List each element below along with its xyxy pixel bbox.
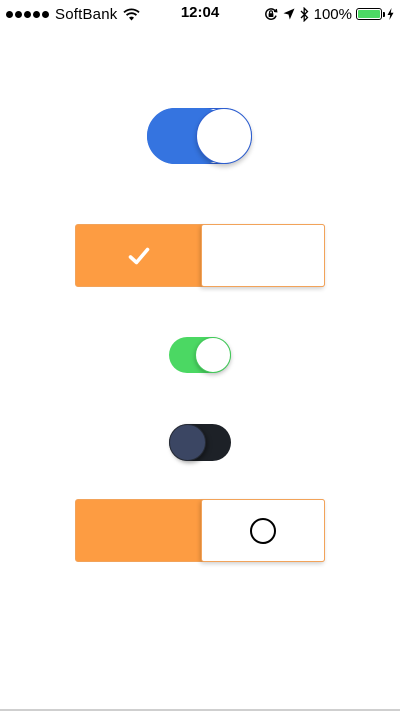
checkmark-icon (128, 247, 149, 264)
location-arrow-icon (283, 8, 295, 20)
orange-check-toggle[interactable] (75, 224, 325, 287)
dark-toggle-knob[interactable] (169, 424, 206, 461)
orange-toggle-slider[interactable] (201, 224, 325, 287)
status-right: 100% (264, 5, 394, 23)
orange-toggle-fill-side (76, 500, 201, 561)
orange-toggle-on-side (76, 225, 201, 286)
green-toggle-knob[interactable] (195, 337, 231, 373)
charging-bolt-icon (387, 8, 394, 20)
circle-icon (250, 517, 276, 544)
battery-cap (383, 11, 385, 17)
blue-toggle-switch[interactable] (147, 108, 252, 164)
orientation-lock-icon (264, 8, 278, 20)
battery-level-fill (358, 10, 380, 18)
blue-toggle-knob[interactable] (196, 108, 252, 164)
green-toggle-switch[interactable] (169, 337, 231, 373)
orange-toggle-slider[interactable] (201, 499, 325, 562)
battery-icon (356, 8, 382, 20)
status-bar: SoftBank 12:04 100% (0, 0, 400, 28)
dark-toggle-switch[interactable] (169, 424, 231, 461)
battery-percent: 100% (313, 5, 352, 23)
bluetooth-icon (300, 6, 309, 22)
orange-circle-toggle[interactable] (75, 499, 325, 562)
